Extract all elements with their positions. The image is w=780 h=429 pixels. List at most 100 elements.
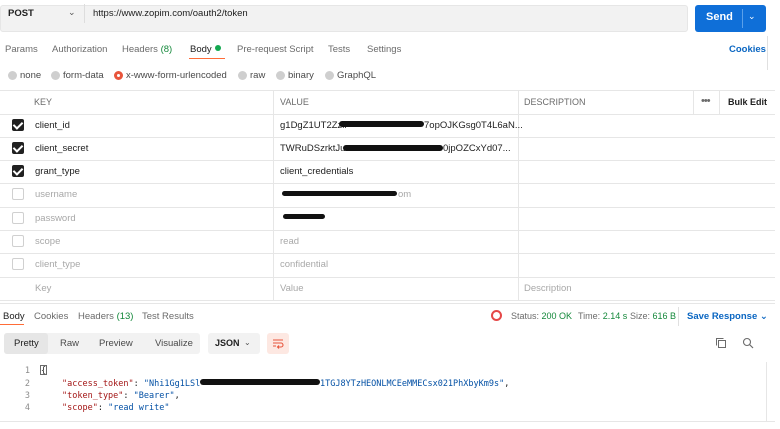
tab-authorization[interactable]: Authorization <box>52 44 107 55</box>
row-checkbox[interactable] <box>12 165 24 177</box>
active-tab-indicator <box>0 324 24 325</box>
param-key[interactable]: client_secret <box>35 143 88 154</box>
divider <box>678 307 679 326</box>
new-value-input[interactable]: Value <box>280 283 304 294</box>
radio-raw[interactable] <box>238 71 247 80</box>
line-number: 4 <box>24 403 30 413</box>
more-options-icon[interactable]: ••• <box>701 95 711 107</box>
radio-raw-label[interactable]: raw <box>250 70 265 81</box>
send-options-chevron-icon[interactable]: ⌄ <box>748 11 756 22</box>
param-value-start[interactable]: TWRuDSzrktJu <box>280 143 345 154</box>
chevron-down-icon[interactable]: ⌄ <box>68 7 76 18</box>
globe-icon[interactable] <box>491 310 502 321</box>
json-line-token-type: "token_type": "Bearer", <box>62 391 180 401</box>
param-value[interactable]: read <box>280 236 299 247</box>
param-value[interactable]: confidential <box>280 259 328 270</box>
send-button-label[interactable]: Send <box>706 11 733 23</box>
tab-tests[interactable]: Tests <box>328 44 350 55</box>
chevron-down-icon[interactable]: ⌄ <box>244 338 251 347</box>
response-tab-headers[interactable]: Headers (13) <box>78 311 133 322</box>
tab-headers-label: Headers <box>122 44 158 55</box>
size-info: Size: 616 B <box>630 311 676 321</box>
language-select-label[interactable]: JSON <box>215 338 240 348</box>
param-key[interactable]: client_id <box>35 120 70 131</box>
copy-icon[interactable] <box>715 337 727 352</box>
param-key[interactable]: scope <box>35 236 60 247</box>
response-tab-body[interactable]: Body <box>3 311 25 322</box>
param-value-start[interactable]: g1DgZ1UT2Zzll <box>280 120 347 131</box>
line-number: 1 <box>24 366 30 376</box>
save-response-button[interactable]: Save Response ⌄ <box>687 311 768 322</box>
radio-form-data[interactable] <box>51 71 60 80</box>
tab-settings[interactable]: Settings <box>367 44 401 55</box>
radio-none[interactable] <box>8 71 17 80</box>
radio-urlencoded[interactable] <box>114 71 123 80</box>
tab-headers[interactable]: Headers (8) <box>122 44 172 55</box>
search-icon[interactable] <box>742 337 754 352</box>
radio-urlencoded-label[interactable]: x-www-form-urlencoded <box>126 70 227 81</box>
row-checkbox[interactable] <box>12 235 24 247</box>
radio-graphql-label[interactable]: GraphQL <box>337 70 376 81</box>
table-border <box>0 253 775 254</box>
row-checkbox[interactable] <box>12 258 24 270</box>
method-select[interactable]: POST <box>8 8 34 19</box>
table-border <box>0 300 775 301</box>
column-divider <box>719 90 720 114</box>
param-value-end[interactable]: 7opOJKGsg0T4L6aN... <box>424 120 523 131</box>
format-raw[interactable]: Raw <box>60 338 79 349</box>
response-tab-test-results[interactable]: Test Results <box>142 311 194 322</box>
param-key[interactable]: grant_type <box>35 166 80 177</box>
redaction-mark <box>200 379 320 385</box>
row-checkbox[interactable] <box>12 212 24 224</box>
table-border <box>0 183 775 184</box>
line-number: 3 <box>24 391 30 401</box>
tab-body[interactable]: Body <box>190 44 221 55</box>
json-open-brace: { <box>41 366 47 376</box>
json-string-start: "Nhi1Gg1LSl <box>143 379 201 389</box>
time-label: Time: <box>578 311 601 321</box>
radio-binary-label[interactable]: binary <box>288 70 314 81</box>
format-visualize[interactable]: Visualize <box>155 338 193 349</box>
format-preview[interactable]: Preview <box>99 338 133 349</box>
cookies-link[interactable]: Cookies <box>729 44 766 55</box>
param-key[interactable]: username <box>35 189 77 200</box>
new-description-input[interactable]: Description <box>524 283 572 294</box>
radio-none-label[interactable]: none <box>20 70 41 81</box>
scrollbar[interactable] <box>766 362 772 422</box>
column-divider <box>693 90 694 114</box>
status-info: Status: 200 OK <box>511 311 572 321</box>
status-bar <box>0 421 775 429</box>
json-colon: : <box>97 403 109 413</box>
divider <box>742 9 743 28</box>
param-value-end[interactable]: 0jpOZCxYd07... <box>443 143 511 154</box>
json-string-end: 1TGJ8YTzHEONLMCEeMMECsx021PhXbyKm9s" <box>320 379 505 389</box>
radio-binary[interactable] <box>276 71 285 80</box>
param-value-end[interactable]: om <box>398 189 411 200</box>
format-pretty[interactable]: Pretty <box>14 338 39 349</box>
param-key[interactable]: client_type <box>35 259 80 270</box>
radio-form-data-label[interactable]: form-data <box>63 70 104 81</box>
new-key-input[interactable]: Key <box>35 283 51 294</box>
tab-pre-request-script[interactable]: Pre-request Script <box>237 44 314 55</box>
json-key: "token_type" <box>62 391 124 401</box>
param-key[interactable]: password <box>35 213 76 224</box>
wrap-lines-icon[interactable] <box>272 337 284 352</box>
url-input[interactable]: https://www.zopim.com/oauth2/token <box>93 8 248 19</box>
table-border <box>0 160 775 161</box>
tab-params[interactable]: Params <box>5 44 38 55</box>
response-headers-count: (13) <box>116 311 134 322</box>
json-line-access-token: "access_token": "Nhi1Gg1LSl <box>62 379 200 389</box>
redaction-mark <box>283 214 325 219</box>
row-checkbox[interactable] <box>12 142 24 154</box>
json-line-scope: "scope": "read write" <box>62 403 170 413</box>
column-header-value: VALUE <box>280 97 309 107</box>
scrollbar[interactable] <box>767 36 775 70</box>
row-checkbox[interactable] <box>12 119 24 131</box>
size-value: 616 B <box>652 311 677 321</box>
param-value[interactable]: client_credentials <box>280 166 353 177</box>
response-tab-cookies[interactable]: Cookies <box>34 311 68 322</box>
bulk-edit-button[interactable]: Bulk Edit <box>728 97 767 107</box>
json-line-access-token-end: 1TGJ8YTzHEONLMCEeMMECsx021PhXbyKm9s", <box>320 379 509 389</box>
row-checkbox[interactable] <box>12 188 24 200</box>
radio-graphql[interactable] <box>325 71 334 80</box>
